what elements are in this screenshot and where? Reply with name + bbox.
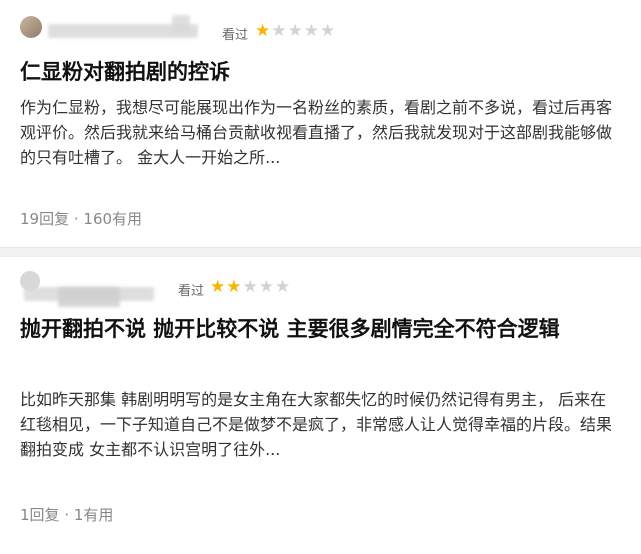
star-empty-icon: ★ <box>271 21 288 41</box>
star-empty-icon: ★ <box>287 21 304 41</box>
blurred-username-tail <box>172 15 190 33</box>
review-meta: 19回复 · 160有用 <box>20 208 142 229</box>
star-rating: ★★★★★ <box>210 278 291 296</box>
review-card[interactable]: 看过 ★★★★★ 抛开翻拍不说 抛开比较不说 主要很多剧情完全不符合逻辑 比如昨… <box>0 257 641 554</box>
reply-count[interactable]: 1回复 <box>20 506 60 524</box>
star-filled-icon: ★ <box>210 277 227 297</box>
star-empty-icon: ★ <box>303 21 320 41</box>
watch-status-label: 看过 <box>178 284 205 299</box>
review-excerpt[interactable]: 比如昨天那集 韩剧明明写的是女主角在大家都失忆的时候仍然记得有男主， 后来在红毯… <box>20 387 619 462</box>
star-empty-icon: ★ <box>242 277 259 297</box>
review-excerpt[interactable]: 作为仁显粉，我想尽可能展现出作为一名粉丝的素质，看剧之前不多说，看过后再客观评价… <box>20 95 619 170</box>
blurred-username-tail <box>58 287 120 307</box>
user-avatar[interactable] <box>20 16 42 38</box>
star-empty-icon: ★ <box>258 277 275 297</box>
star-filled-icon: ★ <box>255 21 272 41</box>
useful-count[interactable]: 160有用 <box>83 210 142 228</box>
reply-count[interactable]: 19回复 <box>20 210 69 228</box>
meta-separator: · <box>59 506 74 524</box>
star-filled-icon: ★ <box>226 277 243 297</box>
star-empty-icon: ★ <box>275 277 292 297</box>
review-card[interactable]: 看过 ★★★★★ 仁显粉对翻拍剧的控诉 作为仁显粉，我想尽可能展现出作为一名粉丝… <box>0 0 641 247</box>
watch-status-label: 看过 <box>222 28 249 43</box>
review-divider <box>0 247 641 257</box>
star-rating: ★★★★★ <box>255 22 336 40</box>
review-title[interactable]: 仁显粉对翻拍剧的控诉 <box>20 56 619 88</box>
star-empty-icon: ★ <box>320 21 337 41</box>
review-meta: 1回复 · 1有用 <box>20 504 113 525</box>
meta-separator: · <box>69 210 84 228</box>
useful-count[interactable]: 1有用 <box>74 506 114 524</box>
review-title[interactable]: 抛开翻拍不说 抛开比较不说 主要很多剧情完全不符合逻辑 <box>20 313 619 345</box>
